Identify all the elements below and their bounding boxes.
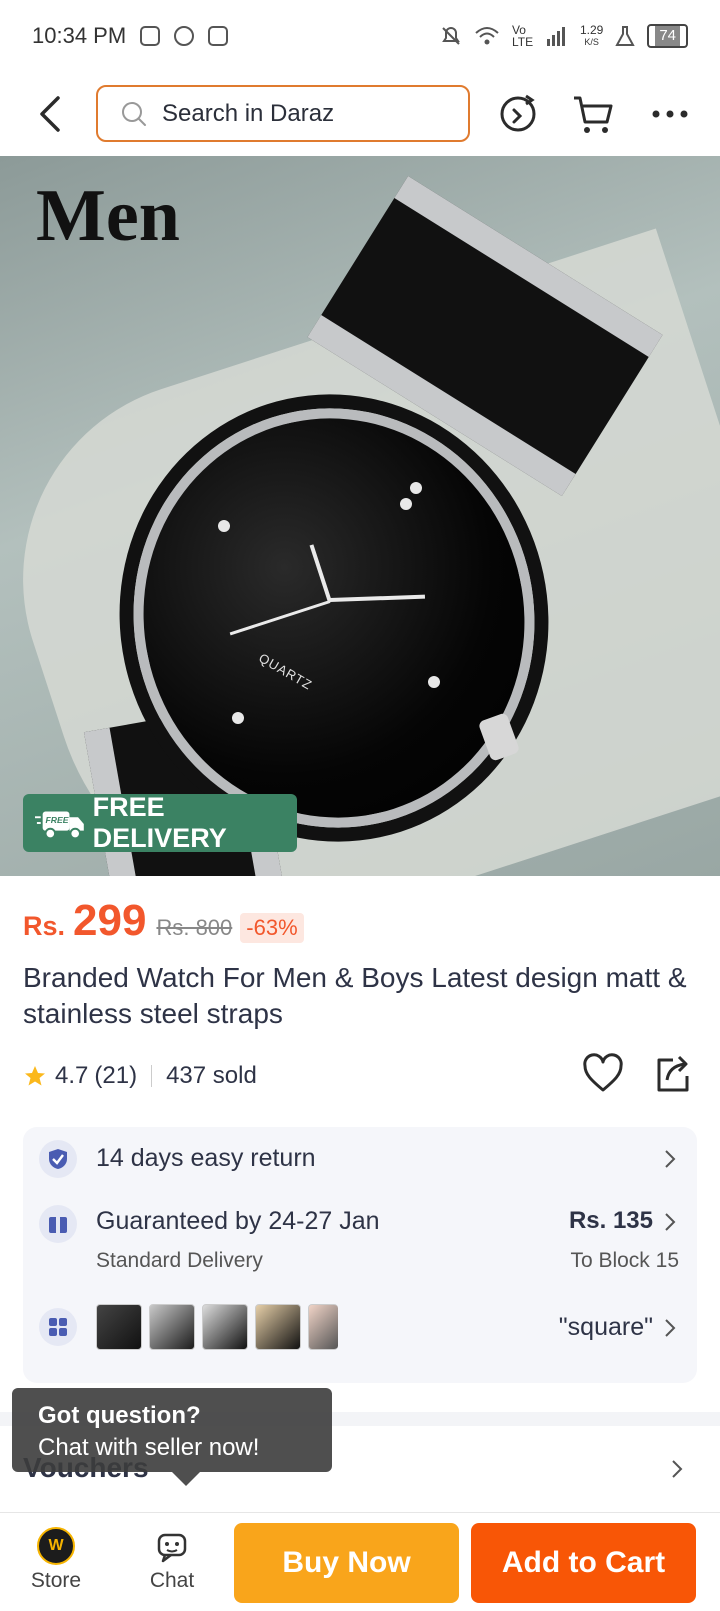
buy-now-button[interactable]: Buy Now [234, 1523, 459, 1603]
dial-marker [218, 520, 230, 532]
mute-icon [442, 26, 460, 45]
free-delivery-badge: FREE FREE DELIVERY [23, 792, 297, 853]
delivery-type: Standard Delivery [96, 1249, 263, 1272]
currency-symbol: Rs. [23, 911, 66, 941]
delivery-estimate: Guaranteed by 24-27 Jan [96, 1207, 380, 1235]
chevron-right-icon [665, 1319, 676, 1337]
package-icon [49, 1217, 67, 1233]
image-overlay-title: Men [36, 175, 180, 257]
store-button[interactable]: W Store [11, 1527, 101, 1593]
rating-value[interactable]: 4.7 [55, 1062, 88, 1090]
grid-icon [49, 1318, 67, 1336]
search-placeholder: Search in Daraz [162, 99, 335, 127]
history-icon[interactable] [496, 92, 540, 136]
tooltip-subtitle: Chat with seller now! [38, 1434, 260, 1461]
status-right: Vo LTE 1.29 K/S 74 [440, 24, 688, 48]
status-bar: 10:34 PM Vo LTE 1.29 K/S 74 [0, 0, 720, 72]
battery-level: 74 [655, 26, 680, 46]
variant-info-icon [39, 1308, 77, 1346]
store-label: Store [30, 1569, 82, 1592]
variant-thumbnail[interactable] [308, 1304, 338, 1350]
delivery-info-icon [39, 1205, 77, 1243]
variant-thumbnail[interactable] [202, 1304, 248, 1350]
chat-bot-icon [157, 1533, 187, 1563]
delivery-row[interactable]: Guaranteed by 24-27 Jan Standard Deliver… [23, 1193, 697, 1283]
net-speed-value: 1.29 [579, 23, 604, 37]
dial-marker [232, 712, 244, 724]
variant-thumbnail[interactable] [149, 1304, 195, 1350]
cart-icon[interactable] [572, 92, 616, 136]
top-bar: Search in Daraz [0, 72, 720, 156]
network-type: Vo LTE [511, 23, 534, 49]
chat-label: Chat [149, 1569, 195, 1592]
dial-marker [400, 498, 412, 510]
free-tag-text: FREE [46, 815, 69, 825]
store-logo-icon: W [37, 1527, 75, 1565]
shipping-fee: Rs. 135 [568, 1207, 653, 1234]
rating-divider [151, 1065, 153, 1087]
variant-thumbnail[interactable] [96, 1304, 142, 1350]
shipping-destination: To Block 15 [570, 1249, 679, 1272]
star-icon [25, 1066, 45, 1086]
search-icon [122, 101, 146, 126]
chat-button[interactable]: Chat [127, 1527, 217, 1593]
tooltip-title: Got question? [38, 1402, 201, 1429]
net-speed-unit: K/S [584, 37, 599, 47]
return-policy-row[interactable]: 14 days easy return [23, 1127, 697, 1191]
current-price: 299 [73, 896, 147, 945]
shield-check-icon [49, 1149, 67, 1169]
wifi-icon [475, 27, 499, 45]
back-icon[interactable] [30, 92, 70, 136]
tooltip-arrow [172, 1472, 200, 1486]
chevron-right-icon [665, 1150, 676, 1168]
chat-seller-tooltip[interactable]: Got question? Chat with seller now! [12, 1388, 332, 1486]
dial-marker [410, 482, 422, 494]
price-row: Rs. 299 Rs. 800 -63% [23, 896, 304, 946]
battery-indicator: 74 [647, 24, 688, 48]
service-info-card: 14 days easy return Guaranteed by 24-27 … [23, 1127, 697, 1383]
truck-icon: FREE [35, 811, 84, 840]
return-policy-label: 14 days easy return [96, 1144, 316, 1172]
notification-icon [140, 26, 161, 46]
return-info-icon [39, 1140, 77, 1178]
free-delivery-label: FREE DELIVERY [92, 792, 227, 853]
share-icon[interactable] [653, 1052, 693, 1096]
notification-icon [174, 26, 195, 46]
variant-row[interactable]: "square" [23, 1287, 697, 1367]
dial-marker [428, 676, 440, 688]
rating-row: 4.7 (21) 437 sold [23, 1053, 697, 1096]
status-left: 10:34 PM [32, 23, 229, 49]
variant-thumbnail[interactable] [255, 1304, 301, 1350]
search-input[interactable]: Search in Daraz [96, 85, 470, 142]
more-icon[interactable] [648, 92, 692, 136]
status-time: 10:34 PM [32, 23, 127, 48]
product-image[interactable]: QUARTZ Men [0, 156, 720, 876]
net-speed: 1.29 K/S [580, 24, 603, 48]
sold-count: 437 sold [166, 1062, 257, 1089]
original-price: Rs. 800 [156, 915, 233, 940]
discount-badge: -63% [240, 913, 304, 943]
review-count[interactable]: (21) [94, 1062, 137, 1090]
selected-variant: "square" [558, 1313, 653, 1341]
add-to-cart-button[interactable]: Add to Cart [471, 1523, 696, 1603]
chevron-right-icon [665, 1213, 676, 1231]
chevron-right-icon[interactable] [670, 1458, 684, 1480]
notification-icon [208, 26, 229, 46]
wishlist-heart-icon[interactable] [581, 1052, 625, 1096]
signal-icon [546, 27, 565, 46]
bottom-action-bar: W Store Chat Buy Now Add to Cart [0, 1512, 720, 1611]
product-title: Branded Watch For Men & Boys Latest desi… [23, 962, 687, 1029]
flask-icon [615, 26, 635, 46]
